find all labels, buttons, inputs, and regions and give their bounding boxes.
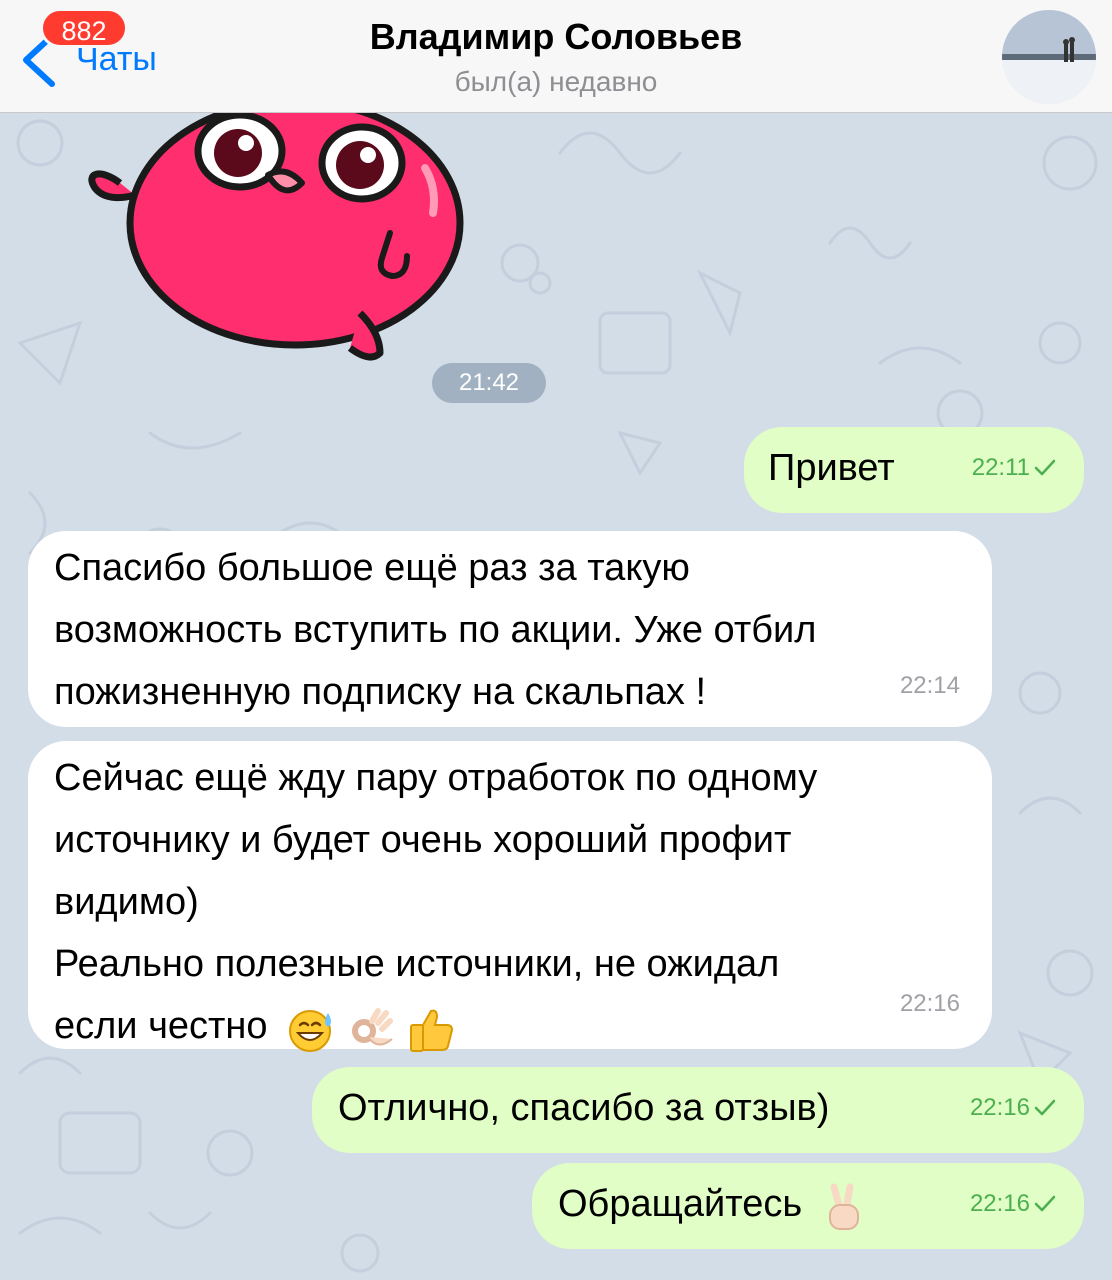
grinning-sweat-emoji [288,1009,331,1052]
message-outgoing[interactable]: Обращайтесь 22:16 [532,1163,1084,1249]
message-text: Отлично, спасибо за отзыв) [338,1087,830,1129]
sticker-pink-blob-icon[interactable] [80,113,480,363]
check-icon [1034,459,1056,476]
avatar-photo-icon [1002,10,1096,104]
message-text: Спасибо большое ещё раз за такую возможн… [54,547,817,713]
contact-name[interactable]: Владимир Соловьев [0,16,1112,58]
message-meta: 22:14 [900,655,960,717]
chat-area[interactable]: 21:42 Привет 22:11 Спасибо большое ещё р… [0,113,1112,1280]
chat-header: Чаты 882 Владимир Соловьев был(а) недавн… [0,0,1112,113]
ok-hand-emoji [352,1007,394,1046]
avatar[interactable] [1002,10,1096,104]
victory-hand-emoji [829,1183,860,1230]
message-text: Привет [768,447,895,489]
emoji-group [824,1175,866,1237]
message-meta: 22:16 [970,1077,1056,1139]
check-icon [1034,1195,1056,1212]
message-meta: 22:16 [900,973,960,1035]
message-outgoing[interactable]: Отлично, спасибо за отзыв) 22:16 [312,1067,1084,1153]
message-meta: 22:16 [970,1173,1056,1235]
message-time: 22:16 [899,990,960,1017]
message-meta: 22:11 [972,437,1056,499]
message-text: Обращайтесь [558,1183,803,1225]
emoji-group [286,997,455,1059]
thumbs-up-emoji [409,1009,453,1052]
message-time: 22:14 [899,672,960,699]
message-incoming[interactable]: Сейчас ещё жду пару отработок по одному … [28,741,992,1052]
message-incoming[interactable]: Спасибо большое ещё раз за такую возможн… [28,531,992,727]
sticker-time: 21:42 [432,363,546,403]
message-time: 22:11 [971,454,1030,481]
check-icon [1034,1099,1056,1116]
message-time: 22:16 [969,1190,1030,1217]
message-time: 22:16 [969,1094,1030,1121]
message-outgoing[interactable]: Привет 22:11 [744,427,1084,513]
contact-status: был(а) недавно [454,66,658,97]
